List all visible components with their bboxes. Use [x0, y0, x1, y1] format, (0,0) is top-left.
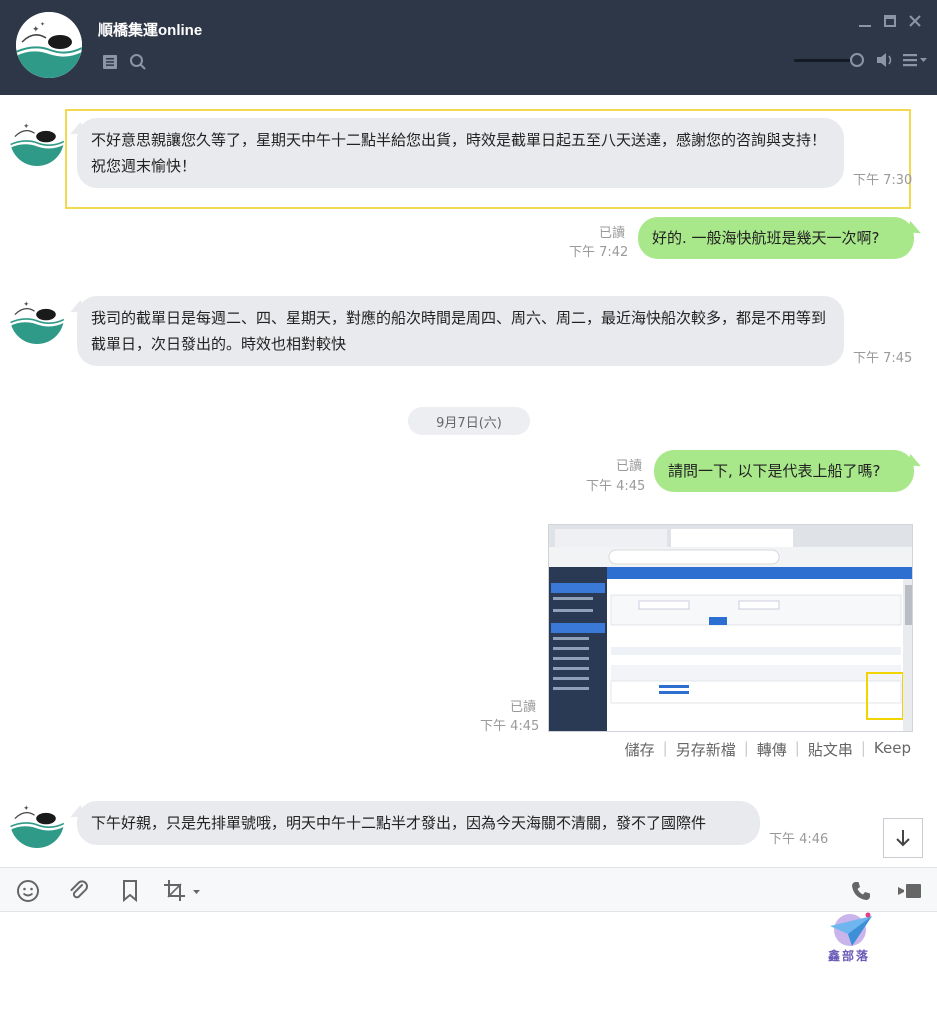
notes-icon[interactable]: [102, 54, 118, 70]
contact-avatar[interactable]: ✦: [10, 794, 64, 848]
bookmark-icon[interactable]: [117, 878, 143, 904]
video-call-icon[interactable]: [897, 878, 923, 904]
divider: |: [860, 739, 866, 757]
post-to-timeline-button[interactable]: 貼文串: [808, 739, 853, 760]
screenshot-thumbnail: [549, 525, 912, 731]
divider: |: [794, 739, 800, 757]
read-receipt: 已讀: [599, 226, 626, 241]
svg-text:✦: ✦: [32, 25, 40, 35]
message-time: 下午 7:30: [853, 173, 913, 188]
read-receipt: 已讀: [616, 459, 643, 474]
read-receipt: 已讀: [510, 700, 537, 715]
svg-text:✦: ✦: [23, 299, 29, 308]
chat-title: 順橋集運online: [98, 22, 203, 39]
message-bubble-outgoing[interactable]: 好的. 一般海快航班是幾天一次啊?: [638, 217, 914, 259]
message-input[interactable]: [0, 912, 937, 1024]
svg-text:✦: ✦: [40, 21, 45, 28]
contact-avatar[interactable]: ✦: [10, 112, 64, 166]
contact-avatar[interactable]: ✦ ✦: [16, 12, 82, 78]
volume-slider-handle[interactable]: [850, 53, 864, 67]
message-text: 下午好親，只是先排單號哦，明天中午十二點半才發出，因為今天海關不清關，發不了國際…: [91, 814, 707, 832]
image-actions: 儲存 | 另存新檔 | 轉傳 | 貼文串 | Keep: [625, 739, 911, 760]
svg-text:✦: ✦: [23, 121, 29, 130]
search-icon[interactable]: [129, 53, 147, 71]
message-bubble-incoming[interactable]: 下午好親，只是先排單號哦，明天中午十二點半才發出，因為今天海關不清關，發不了國際…: [77, 801, 760, 845]
save-image-button[interactable]: 儲存: [625, 739, 655, 760]
svg-text:✦: ✦: [23, 803, 29, 812]
message-text: 我司的截單日是每週二、四、星期天，對應的船次時間是周四、周六、周二，最近海快船次…: [91, 309, 827, 353]
screenshot-crop-icon[interactable]: [163, 878, 205, 904]
message-time: 下午 4:45: [586, 479, 646, 494]
image-attachment[interactable]: [548, 524, 913, 732]
minimize-icon[interactable]: [856, 12, 874, 30]
divider: |: [662, 739, 668, 757]
keep-button[interactable]: Keep: [874, 739, 911, 760]
message-text: 好的. 一般海快航班是幾天一次啊?: [652, 229, 880, 247]
watermark-text: 鑫部落: [828, 949, 871, 963]
message-bubble-outgoing[interactable]: 請問一下, 以下是代表上船了嗎?: [654, 450, 914, 492]
forward-button[interactable]: 轉傳: [757, 739, 787, 760]
message-time: 下午 7:45: [853, 351, 913, 366]
message-time: 下午 4:46: [769, 832, 829, 847]
maximize-icon[interactable]: [881, 12, 899, 30]
chat-messages[interactable]: ✦ 不好意思親讓您久等了，星期天中午十二點半給您出貨，時效是截單日起五至八天送達…: [0, 95, 937, 867]
close-icon[interactable]: [906, 12, 924, 30]
message-time: 下午 7:42: [569, 245, 629, 260]
volume-slider[interactable]: [794, 59, 858, 62]
emoji-icon[interactable]: [15, 878, 41, 904]
date-divider: 9月7日(六): [408, 407, 530, 435]
voice-call-icon[interactable]: [848, 878, 874, 904]
save-as-button[interactable]: 另存新檔: [676, 739, 736, 760]
message-text: 請問一下, 以下是代表上船了嗎?: [668, 462, 881, 480]
message-bubble-incoming[interactable]: 不好意思親讓您久等了，星期天中午十二點半給您出貨，時效是截單日起五至八天送達，感…: [77, 118, 844, 188]
chat-header: ✦ ✦ 順橋集運online: [0, 0, 937, 95]
menu-icon[interactable]: [902, 53, 928, 67]
scroll-to-bottom-button[interactable]: [883, 818, 923, 858]
message-bubble-incoming[interactable]: 我司的截單日是每週二、四、星期天，對應的船次時間是周四、周六、周二，最近海快船次…: [77, 296, 844, 366]
attach-file-icon[interactable]: [66, 878, 92, 904]
composer-toolbar: [0, 867, 937, 912]
contact-avatar[interactable]: ✦: [10, 290, 64, 344]
message-text: 不好意思親讓您久等了，星期天中午十二點半給您出貨，時效是截單日起五至八天送達，感…: [91, 131, 827, 175]
message-time: 下午 4:45: [480, 719, 540, 734]
divider: |: [743, 739, 749, 757]
speaker-icon[interactable]: [876, 52, 894, 68]
arrow-down-icon: [896, 830, 910, 847]
